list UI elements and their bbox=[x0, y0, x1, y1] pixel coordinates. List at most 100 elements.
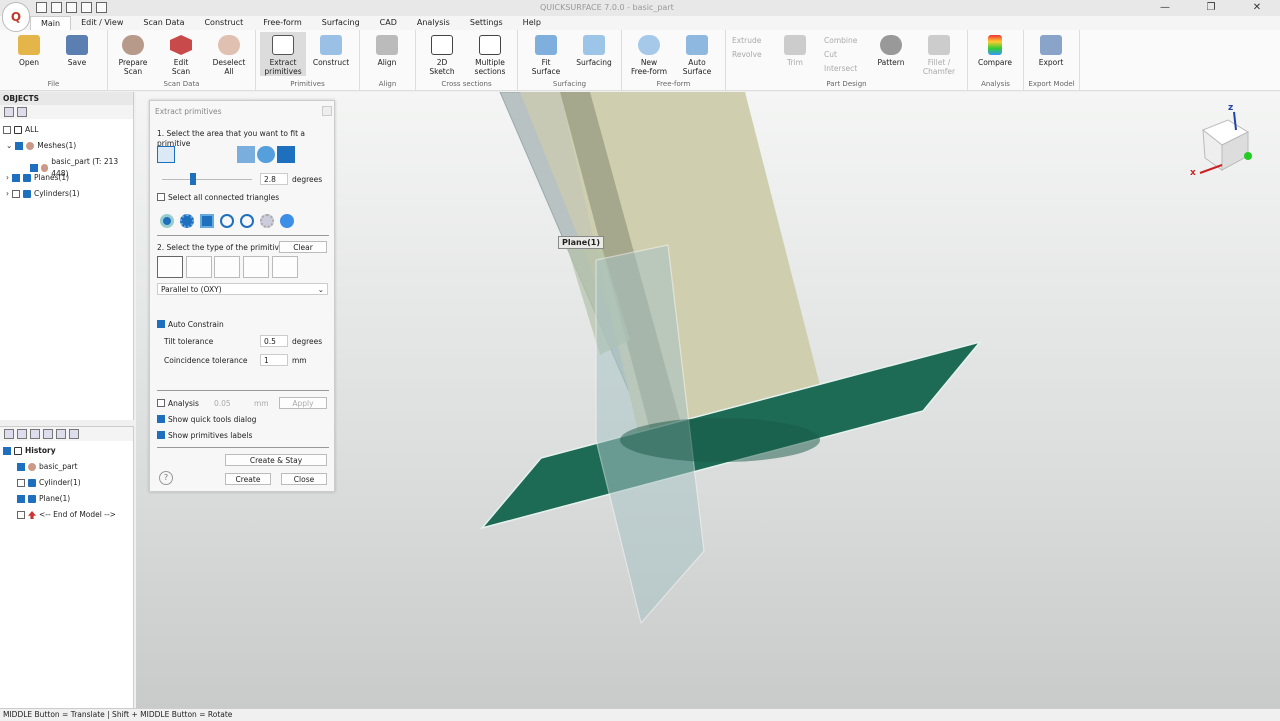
expand-icon[interactable] bbox=[4, 107, 14, 117]
intersect-button[interactable]: Intersect bbox=[824, 64, 857, 74]
close-icon[interactable]: ✕ bbox=[1234, 0, 1280, 16]
extract-primitives-button[interactable]: Extract primitives bbox=[260, 32, 306, 76]
constraint-select[interactable]: Parallel to (OXY) ⌄ bbox=[157, 283, 328, 295]
angle-slider-handle[interactable] bbox=[190, 173, 196, 185]
plane-label[interactable]: Plane(1) bbox=[558, 236, 605, 249]
minimize-icon[interactable]: — bbox=[1142, 0, 1188, 16]
fillet-chamfer-button[interactable]: Fillet / Chamfer bbox=[916, 35, 962, 76]
apply-button[interactable]: Apply bbox=[279, 397, 327, 409]
grow-selection-icon[interactable] bbox=[180, 214, 194, 228]
tab-surfacing[interactable]: Surfacing bbox=[312, 16, 370, 30]
pattern-button[interactable]: Pattern bbox=[868, 35, 914, 67]
deselect-mode-icon[interactable] bbox=[260, 214, 274, 228]
brush-tool-icon[interactable] bbox=[177, 146, 195, 163]
create-button[interactable]: Create bbox=[225, 473, 271, 485]
cut-button[interactable]: Cut bbox=[824, 50, 837, 60]
show-selection-icon[interactable] bbox=[240, 214, 254, 228]
history-item[interactable]: Plane(1) bbox=[17, 493, 70, 505]
save-icon[interactable] bbox=[51, 2, 62, 13]
hide-selection-icon[interactable] bbox=[220, 214, 234, 228]
tree-view-icon[interactable] bbox=[17, 429, 27, 439]
2d-sketch-button[interactable]: 2D Sketch bbox=[419, 35, 465, 76]
tab-main[interactable]: Main bbox=[30, 16, 72, 30]
tab-cad[interactable]: CAD bbox=[370, 16, 407, 30]
skip-forward-icon[interactable] bbox=[69, 429, 79, 439]
tree-item-meshes[interactable]: ⌄ Meshes(1) bbox=[6, 140, 76, 152]
tab-construct[interactable]: Construct bbox=[194, 16, 253, 30]
polyline-tool-icon[interactable] bbox=[217, 146, 235, 163]
cylinder-type-icon[interactable] bbox=[186, 256, 212, 278]
export-button[interactable]: Export bbox=[1028, 35, 1074, 67]
app-logo-icon[interactable]: Q bbox=[2, 2, 30, 32]
history-item[interactable]: <-- End of Model --> bbox=[17, 509, 116, 521]
chevron-down-icon[interactable]: ⌄ bbox=[6, 140, 12, 152]
sphere-type-icon[interactable] bbox=[272, 256, 298, 278]
angle-input[interactable]: 2.8 bbox=[260, 173, 288, 185]
fit-surface-button[interactable]: Fit Surface bbox=[523, 35, 569, 76]
prepare-scan-button[interactable]: Prepare Scan bbox=[110, 35, 156, 76]
redo-icon[interactable] bbox=[81, 2, 92, 13]
show-quick-tools-checkbox[interactable]: Show quick tools dialog bbox=[157, 415, 256, 425]
lasso-tool-icon[interactable] bbox=[197, 146, 215, 163]
checkbox[interactable] bbox=[12, 174, 20, 182]
new-free-form-button[interactable]: New Free-form bbox=[626, 35, 672, 76]
checkbox[interactable] bbox=[30, 164, 38, 172]
close-button[interactable]: Close bbox=[281, 473, 327, 485]
checkbox[interactable] bbox=[157, 399, 165, 407]
skip-back-icon[interactable] bbox=[56, 429, 66, 439]
fill-select-icon[interactable] bbox=[277, 146, 295, 163]
filter-icon[interactable] bbox=[17, 107, 27, 117]
history-item[interactable]: basic_part bbox=[17, 461, 78, 473]
orientation-cube-icon[interactable] bbox=[1199, 111, 1252, 174]
angle-slider-track[interactable] bbox=[162, 179, 252, 180]
chevron-right-icon[interactable]: › bbox=[6, 172, 9, 184]
clear-button[interactable]: Clear bbox=[279, 241, 327, 253]
compare-button[interactable]: Compare bbox=[972, 35, 1018, 67]
undo-icon[interactable] bbox=[66, 2, 77, 13]
revolve-button[interactable]: Revolve bbox=[732, 50, 762, 60]
new-file-icon[interactable] bbox=[36, 2, 47, 13]
checkbox[interactable] bbox=[17, 495, 25, 503]
chevron-right-icon[interactable]: › bbox=[6, 188, 9, 200]
fill-mode-icon[interactable] bbox=[280, 214, 294, 228]
select-mode-icon[interactable] bbox=[160, 214, 174, 228]
checkbox[interactable] bbox=[3, 126, 11, 134]
auto-surface-button[interactable]: Auto Surface bbox=[674, 35, 720, 76]
rect-select-icon[interactable] bbox=[237, 146, 255, 163]
plane-type-icon[interactable] bbox=[157, 256, 183, 278]
checkbox[interactable] bbox=[157, 415, 165, 423]
tab-scan-data[interactable]: Scan Data bbox=[133, 16, 194, 30]
circle-select-icon[interactable] bbox=[257, 146, 275, 163]
quick-access-dropdown-icon[interactable] bbox=[96, 2, 107, 13]
square-select-icon[interactable] bbox=[200, 214, 214, 228]
cone-type-icon[interactable] bbox=[243, 256, 269, 278]
construct-button[interactable]: Construct bbox=[308, 35, 354, 67]
align-button[interactable]: Align bbox=[364, 35, 410, 67]
analysis-checkbox[interactable]: Analysis bbox=[157, 399, 199, 409]
list-view-icon[interactable] bbox=[4, 429, 14, 439]
checkbox[interactable] bbox=[157, 193, 165, 201]
brush-select-tool[interactable] bbox=[157, 146, 175, 163]
trim-button[interactable]: Trim bbox=[772, 35, 818, 67]
checkbox[interactable] bbox=[17, 463, 25, 471]
coincidence-input[interactable]: 1 bbox=[260, 354, 288, 366]
tab-edit-view[interactable]: Edit / View bbox=[71, 16, 133, 30]
save-button[interactable]: Save bbox=[54, 35, 100, 67]
checkbox[interactable] bbox=[12, 190, 20, 198]
history-item[interactable]: Cylinder(1) bbox=[17, 477, 81, 489]
tab-help[interactable]: Help bbox=[513, 16, 551, 30]
multiple-sections-button[interactable]: Multiple sections bbox=[467, 35, 513, 76]
tree-item-cylinders[interactable]: › Cylinders(1) bbox=[6, 188, 80, 200]
checkbox[interactable] bbox=[17, 511, 25, 519]
help-icon[interactable]: ? bbox=[159, 471, 173, 485]
edit-scan-button[interactable]: Edit Scan bbox=[158, 35, 204, 76]
line-type-icon[interactable] bbox=[214, 256, 240, 278]
checkbox[interactable] bbox=[157, 320, 165, 328]
select-connected-checkbox[interactable]: Select all connected triangles bbox=[157, 193, 279, 203]
tab-analysis[interactable]: Analysis bbox=[407, 16, 460, 30]
tab-free-form[interactable]: Free-form bbox=[253, 16, 312, 30]
maximize-icon[interactable]: ❐ bbox=[1188, 0, 1234, 16]
combine-button[interactable]: Combine bbox=[824, 36, 857, 46]
filter-icon[interactable] bbox=[43, 429, 53, 439]
checkbox[interactable] bbox=[17, 479, 25, 487]
